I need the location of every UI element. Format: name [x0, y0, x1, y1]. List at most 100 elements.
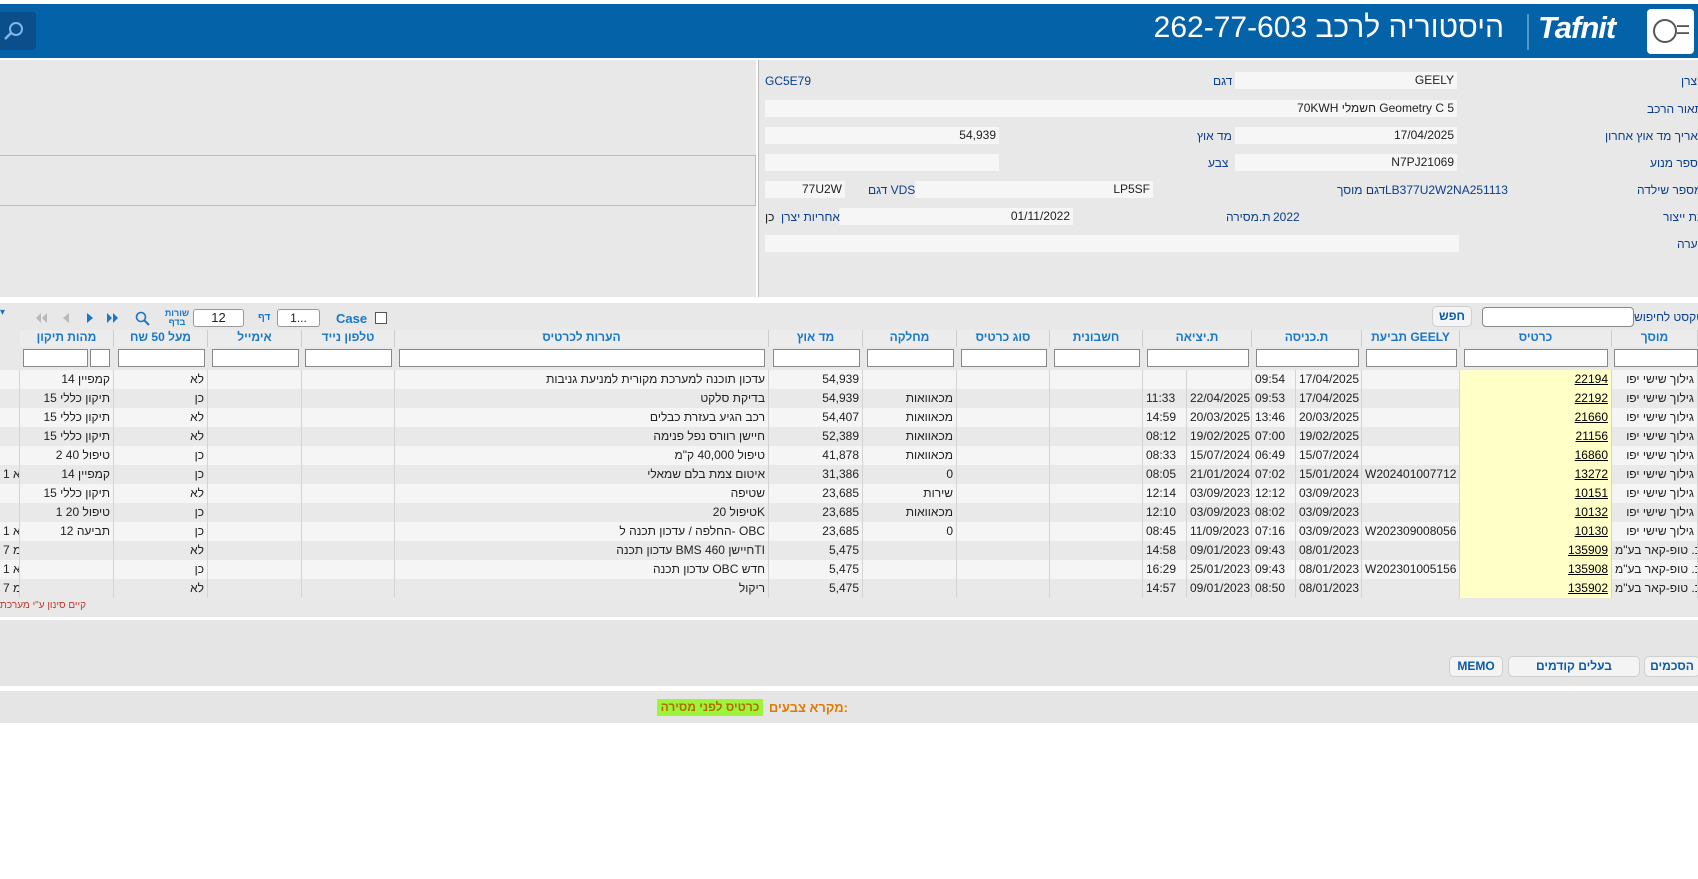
- filter-repair-code[interactable]: [90, 349, 110, 367]
- filter-exit-date[interactable]: [1147, 349, 1249, 367]
- cell-card[interactable]: 13272: [1460, 465, 1612, 484]
- filter-note: קיים סינון ע"י מערכת: [0, 600, 87, 611]
- brand-name: Tafnit: [1538, 10, 1616, 45]
- table-row[interactable]: גילוך שישי יפו 21660 13:46 20/03/2025 14:59 2…: [0, 408, 1698, 427]
- cell-card[interactable]: 21156: [1460, 427, 1612, 446]
- cell-card[interactable]: 16860: [1460, 446, 1612, 465]
- col-header-garage[interactable]: מוסך: [1612, 330, 1698, 347]
- filter-mobile[interactable]: [305, 349, 392, 367]
- first-page-icon[interactable]: [34, 312, 48, 324]
- table-row[interactable]: גילוך שישי יפו 22192 09:53 17/04/2025 11:33 2…: [0, 389, 1698, 408]
- previous-owners-button[interactable]: בעלים קודמים: [1508, 656, 1640, 677]
- card-link[interactable]: 13272: [1575, 467, 1608, 481]
- odo-label: מד אוץ: [1197, 129, 1232, 143]
- rows-per-page-field[interactable]: 12: [193, 309, 244, 327]
- cell-card[interactable]: 10132: [1460, 503, 1612, 522]
- col-header-over-50[interactable]: מעל 50 שח: [114, 330, 208, 347]
- filter-odometer[interactable]: [773, 349, 860, 367]
- col-header-card[interactable]: כרטיס: [1460, 330, 1612, 347]
- filter-email[interactable]: [212, 349, 299, 367]
- cell-garage: ע.כ. טופ-קאר בע"מ: [1612, 560, 1698, 579]
- table-row[interactable]: גילוך שישי יפו 21156 07:00 19/02/2025 08:12 1…: [0, 427, 1698, 446]
- card-link[interactable]: 21660: [1575, 410, 1608, 424]
- card-link[interactable]: 10132: [1575, 505, 1608, 519]
- card-link[interactable]: 22192: [1575, 391, 1608, 405]
- card-link[interactable]: 10130: [1575, 524, 1608, 538]
- col-header-card-notes[interactable]: הערות לכרטיס: [395, 330, 769, 347]
- table-row[interactable]: גילוך שישי יפו 16860 06:49 15/07/2024 08:33 1…: [0, 446, 1698, 465]
- memo-button[interactable]: MEMO: [1449, 656, 1503, 677]
- col-header-exit-date[interactable]: ת.יציאה: [1143, 330, 1252, 347]
- table-row[interactable]: ע.כ. טופ-קאר בע"מ 135909 09:4308/01/2023 14…: [0, 541, 1698, 560]
- cell-email: [208, 389, 302, 408]
- card-link[interactable]: 22194: [1575, 372, 1608, 386]
- cell-card[interactable]: 135902: [1460, 579, 1612, 598]
- card-link[interactable]: 135909: [1568, 543, 1608, 557]
- export-icon[interactable]: ▾: [0, 307, 5, 318]
- cell-garage: גילוך שישי יפו: [1612, 484, 1698, 503]
- filter-entry-date[interactable]: [1256, 349, 1359, 367]
- cell-garage: גילוך שישי יפו: [1612, 408, 1698, 427]
- page-number-field[interactable]: 1...: [277, 309, 320, 327]
- table-row[interactable]: ע.כ. טופ-קאר בע"מ 135902 08:5008/01/2023 14…: [0, 579, 1698, 598]
- free-text-input[interactable]: [1482, 307, 1634, 327]
- color-label: צבע: [1208, 156, 1229, 170]
- card-link[interactable]: 21156: [1576, 429, 1608, 443]
- cell-department: [863, 579, 957, 598]
- card-link[interactable]: 16860: [1575, 448, 1608, 462]
- filter-card-type[interactable]: [961, 349, 1047, 367]
- cell-email: [208, 560, 302, 579]
- search-button[interactable]: [0, 12, 36, 50]
- cell-card[interactable]: 22192: [1460, 389, 1612, 408]
- filter-garage[interactable]: [1614, 349, 1698, 367]
- filter-invoice[interactable]: [1054, 349, 1140, 367]
- col-header-odometer[interactable]: מד אוץ: [769, 330, 863, 347]
- last-page-icon[interactable]: [106, 312, 120, 324]
- cell-card-type: [957, 408, 1050, 427]
- col-header-card-type[interactable]: סוג כרטיס: [957, 330, 1050, 347]
- col-header-entry-date[interactable]: ת.כניסה: [1252, 330, 1362, 347]
- table-row[interactable]: גילוך שישי יפו 10132 08:02 03/09/2023 12:10 0…: [0, 503, 1698, 522]
- card-link[interactable]: 135908: [1568, 562, 1608, 576]
- filter-repair-nature[interactable]: [23, 349, 88, 367]
- filter-department[interactable]: [867, 349, 954, 367]
- cell-card-type: [957, 389, 1050, 408]
- filter-card[interactable]: [1464, 349, 1608, 367]
- prev-page-icon[interactable]: [61, 312, 71, 324]
- col-header-claim[interactable]: תביעת GEELY: [1362, 330, 1460, 347]
- col-header-department[interactable]: מחלקה: [863, 330, 957, 347]
- search-text-button[interactable]: חפש: [1432, 306, 1472, 327]
- col-header-invoice[interactable]: חשבונית: [1050, 330, 1143, 347]
- table-row[interactable]: ע.כ. טופ-קאר בע"מ 135908 W202301005156 09:4…: [0, 560, 1698, 579]
- table-row[interactable]: גילוך שישי יפו 10130 W202309008056 07:16 03/…: [0, 522, 1698, 541]
- filter-claim[interactable]: [1366, 349, 1457, 367]
- cell-card[interactable]: 10151: [1460, 484, 1612, 503]
- cell-department: [863, 541, 957, 560]
- cell-card[interactable]: 135909: [1460, 541, 1612, 560]
- col-header-mobile[interactable]: טלפון נייד: [302, 330, 395, 347]
- cell-over-50: כן: [114, 389, 208, 408]
- case-checkbox[interactable]: [375, 312, 387, 324]
- col-header-repair-nature[interactable]: מהות תיקון: [20, 330, 114, 347]
- approvals-button[interactable]: הסכמים: [1644, 656, 1698, 677]
- cell-department: 0: [863, 522, 957, 541]
- zoom-search-icon[interactable]: [135, 311, 151, 326]
- cell-email: [208, 427, 302, 446]
- card-link[interactable]: 10151: [1575, 486, 1608, 500]
- cell-card[interactable]: 10130: [1460, 522, 1612, 541]
- filter-over-50[interactable]: [118, 349, 205, 367]
- card-link[interactable]: 135902: [1568, 581, 1608, 595]
- cell-department: 0: [863, 465, 957, 484]
- cell-card[interactable]: 22194: [1460, 370, 1612, 389]
- cell-exit-time: 08:12: [1143, 427, 1187, 446]
- table-row[interactable]: גילוך שישי יפו 22194 09:54 17/04/2025 54,939…: [0, 370, 1698, 389]
- garage-model-label: דגם מוסך: [1337, 183, 1386, 197]
- cell-card-notes: עדכון תוכנה למערכת מקורית למניעת גניבות: [395, 370, 769, 389]
- next-page-icon[interactable]: [85, 312, 95, 324]
- cell-card[interactable]: 135908: [1460, 560, 1612, 579]
- filter-card-notes[interactable]: [399, 349, 765, 367]
- table-row[interactable]: גילוך שישי יפו 10151 12:12 03/09/2023 12:14 0…: [0, 484, 1698, 503]
- col-header-email[interactable]: אימייל: [208, 330, 302, 347]
- table-row[interactable]: גילוך שישי יפו 13272 W202401007712 07:02 15/…: [0, 465, 1698, 484]
- cell-card[interactable]: 21660: [1460, 408, 1612, 427]
